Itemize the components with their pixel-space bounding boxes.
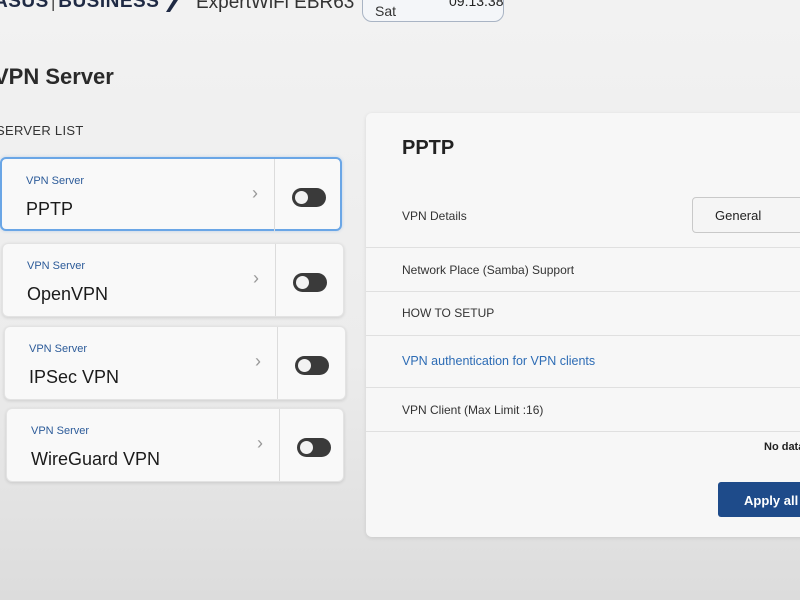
toggle-knob — [295, 191, 308, 204]
chevron-right-icon: › — [255, 351, 261, 371]
chevron-right-icon: › — [257, 433, 263, 453]
detail-title: PPTP — [402, 137, 455, 159]
wireguard-toggle[interactable] — [297, 438, 331, 457]
samba-row: Network Place (Samba) Support — [366, 247, 800, 292]
auth-link-row: VPN authentication for VPN clients — [366, 335, 800, 388]
vpn-details-label: VPN Details — [402, 209, 467, 223]
server-type-label: VPN Server — [31, 425, 90, 437]
clock-time: 09:13:38 — [449, 0, 504, 9]
toggle-knob — [298, 359, 311, 372]
system-clock: Sat 09:13:38 — [362, 0, 504, 22]
no-data-text: No data — [764, 441, 800, 453]
vpn-client-label: VPN Client (Max Limit :16) — [402, 403, 544, 417]
server-type-label: VPN Server — [26, 175, 85, 187]
how-to-setup-heading: HOW TO SETUP — [402, 306, 495, 320]
openvpn-toggle[interactable] — [293, 273, 327, 292]
server-card-openvpn[interactable]: VPN Server OpenVPN › — [2, 243, 344, 317]
server-name: OpenVPN — [27, 284, 109, 304]
page-title: VPN Server — [0, 64, 114, 89]
chevron-right-icon: › — [252, 183, 258, 203]
vpn-client-row: VPN Client (Max Limit :16) — [366, 387, 800, 432]
vpn-details-select[interactable]: General — [692, 197, 800, 233]
chevron-right-icon: › — [253, 268, 259, 288]
server-type-label: VPN Server — [29, 343, 88, 355]
clock-day: Sat — [375, 3, 397, 19]
pptp-toggle[interactable] — [292, 188, 326, 207]
server-card-pptp[interactable]: VPN Server PPTP › — [0, 157, 342, 231]
vpn-details-value: General — [715, 208, 762, 223]
server-type-label: VPN Server — [27, 260, 86, 272]
brand-mark-icon — [166, 0, 178, 12]
server-detail-panel: PPTP VPN Details General Network Place (… — [366, 113, 800, 537]
brand-logo: ASUS | BUSINESS — [0, 0, 160, 12]
ipsec-toggle[interactable] — [295, 356, 329, 375]
vpn-auth-link[interactable]: VPN authentication for VPN clients — [402, 354, 595, 368]
apply-all-settings-button[interactable]: Apply all settings — [718, 482, 800, 517]
divider — [274, 159, 275, 231]
server-name: PPTP — [26, 199, 74, 219]
divider — [277, 327, 278, 399]
divider — [279, 409, 280, 481]
toggle-knob — [300, 441, 313, 454]
top-bar: ASUS | BUSINESS ExpertWiFi EBR63 Sat 09:13… — [0, 0, 800, 24]
server-name: IPSec VPN — [29, 367, 120, 387]
server-card-ipsec[interactable]: VPN Server IPSec VPN › — [4, 326, 346, 400]
toggle-knob — [296, 276, 309, 289]
server-name: WireGuard VPN — [31, 449, 161, 469]
server-card-wireguard[interactable]: VPN Server WireGuard VPN › — [6, 408, 344, 482]
samba-label: Network Place (Samba) Support — [402, 263, 575, 277]
server-list-heading: SERVER LIST — [0, 123, 84, 138]
divider — [275, 244, 276, 316]
device-model: ExpertWiFi EBR63 — [196, 0, 355, 13]
how-to-setup-row: HOW TO SETUP — [366, 291, 800, 336]
